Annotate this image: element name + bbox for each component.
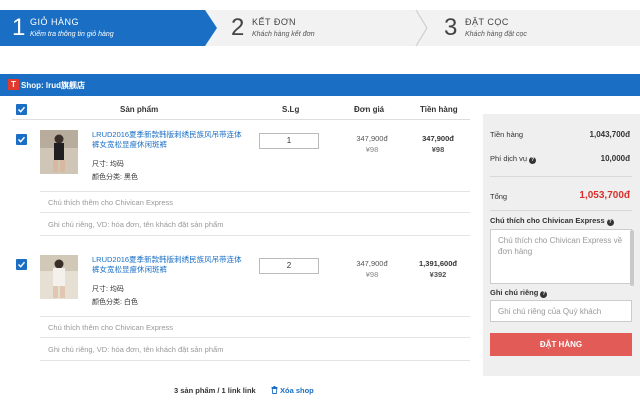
goods-label: Tiền hàng [490, 130, 524, 139]
step-subtitle: Khách hàng đặt cọc [465, 31, 527, 38]
select-all-checkbox[interactable] [16, 104, 27, 115]
product-size: 尺寸: 均码 [92, 286, 124, 293]
cart-item: LRUD2016夏季新款韩版刺绣民族风吊带连体裤女宽松显瘦休闲斑裤 尺寸: 均码… [12, 255, 470, 365]
line-total-vnd: 347,900đ [422, 134, 454, 143]
order-summary-panel: Tiền hàng 1,043,700đ Phí dịch vụ? 10,000… [483, 114, 640, 376]
line-total-cny: ¥392 [429, 270, 447, 279]
scrollbar[interactable] [630, 230, 634, 286]
item-private-note-input[interactable]: Ghi chú riêng, VD: hóa đơn, tên khách đặ… [40, 214, 470, 236]
express-note-textarea[interactable]: Chú thích cho Chivican Express về đơn hà… [490, 229, 632, 284]
express-note-text: Chú thích cho Chivican Express [490, 216, 605, 225]
product-name-link[interactable]: LRUD2016夏季新款韩版刺绣民族风吊带连体裤女宽松显瘦休闲斑裤 [92, 255, 242, 275]
step-arrow-active [205, 10, 217, 46]
header-unit-price: Đơn giá [354, 105, 385, 114]
cart-item: LRUD2016夏季新款韩版刺绣民族风吊带连体裤女宽松显瘦休闲斑裤 尺寸: 均码… [12, 130, 470, 240]
unit-price-vnd: 347,900đ [356, 259, 388, 268]
product-thumbnail[interactable] [40, 130, 78, 174]
help-icon[interactable]: ? [529, 157, 537, 164]
step-number: 3 [444, 14, 458, 41]
product-size: 尺寸: 均码 [92, 161, 124, 168]
trash-icon [271, 386, 278, 394]
step-divider [415, 10, 428, 46]
item-note-input[interactable]: Chú thích thêm cho Chivican Express [40, 191, 470, 213]
item-checkbox[interactable] [16, 134, 27, 145]
checkmark-icon [17, 106, 26, 113]
quantity-input[interactable]: 1 [259, 133, 319, 149]
goods-value: 1,043,700đ [589, 130, 630, 139]
help-icon[interactable]: ? [540, 291, 548, 298]
service-fee-label: Phí dịch vụ? [490, 154, 537, 164]
header-qty: S.Lg [282, 105, 300, 114]
cart-summary-count: 3 sản phẩm / 1 link link [174, 386, 256, 395]
unit-price-vnd: 347,900đ [356, 134, 388, 143]
step-number: 1 [12, 14, 26, 41]
checkmark-icon [17, 136, 26, 143]
quantity-input[interactable]: 2 [259, 258, 319, 274]
line-total-vnd: 1,391,600đ [419, 259, 457, 268]
unit-price-cny: ¥98 [365, 145, 379, 154]
step-title: KẾT ĐƠN [252, 17, 297, 27]
summary-divider [490, 210, 632, 211]
product-name-link[interactable]: LRUD2016夏季新款韩版刺绣民族风吊带连体裤女宽松显瘦休闲斑裤 [92, 130, 242, 150]
delete-shop-link[interactable]: Xóa shop [271, 386, 314, 395]
step-order[interactable]: 2 KẾT ĐƠN Khách hàng kết đơn [225, 10, 415, 46]
step-title: ĐẶT CỌC [465, 17, 509, 27]
total-label: Tổng [490, 192, 508, 201]
tmall-logo-icon: T [8, 79, 19, 90]
item-note-input[interactable]: Chú thích thêm cho Chivican Express [40, 316, 470, 338]
shop-header: T Shop: lrud旗舰店 [0, 74, 640, 96]
product-color: 颜色分类: 白色 [92, 299, 138, 306]
help-icon[interactable]: ? [606, 219, 614, 226]
place-order-button[interactable]: ĐẶT HÀNG [490, 333, 632, 356]
step-subtitle: Khách hàng kết đơn [252, 31, 315, 38]
header-product: Sản phẩm [120, 105, 159, 114]
service-fee-text: Phí dịch vụ [490, 154, 528, 163]
checkout-steps: 1 GIỎ HÀNG Kiểm tra thông tin giỏ hàng 2… [0, 10, 640, 46]
header-total: Tiền hàng [420, 105, 458, 114]
item-checkbox[interactable] [16, 259, 27, 270]
step-title: GIỎ HÀNG [30, 17, 80, 27]
step-subtitle: Kiểm tra thông tin giỏ hàng [30, 31, 114, 38]
private-note-text: Ghi chú riêng [490, 288, 539, 297]
summary-divider [490, 176, 632, 177]
product-thumbnail[interactable] [40, 255, 78, 299]
unit-price-cny: ¥98 [365, 270, 379, 279]
express-note-label: Chú thích cho Chivican Express? [490, 216, 614, 226]
total-value: 1,053,700đ [579, 190, 630, 201]
step-cart[interactable]: 1 GIỎ HÀNG Kiểm tra thông tin giỏ hàng [0, 10, 205, 46]
delete-shop-label: Xóa shop [280, 386, 314, 395]
shop-name[interactable]: Shop: lrud旗舰店 [21, 80, 85, 91]
step-deposit[interactable]: 3 ĐẶT CỌC Khách hàng đặt cọc [438, 10, 638, 46]
step-number: 2 [231, 14, 245, 41]
product-color: 颜色分类: 黑色 [92, 174, 138, 181]
item-private-note-input[interactable]: Ghi chú riêng, VD: hóa đơn, tên khách đặ… [40, 339, 470, 361]
cart-table-header: Sản phẩm S.Lg Đơn giá Tiền hàng [12, 100, 470, 120]
line-total-cny: ¥98 [431, 145, 445, 154]
checkmark-icon [17, 261, 26, 268]
private-note-input[interactable]: Ghi chú riêng của Quý khách [490, 300, 632, 322]
private-note-label: Ghi chú riêng? [490, 288, 548, 298]
service-fee-value: 10,000đ [600, 154, 630, 163]
